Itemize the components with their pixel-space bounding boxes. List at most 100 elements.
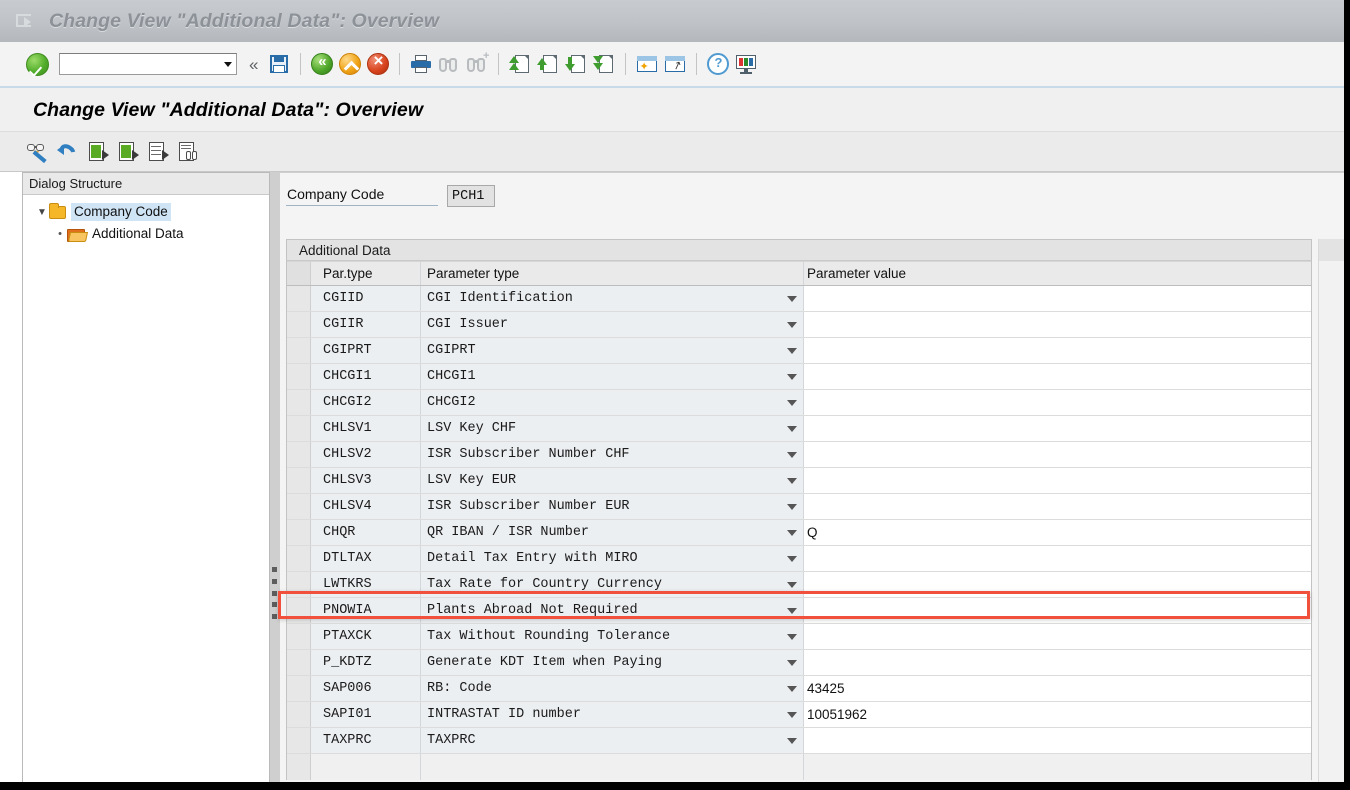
cell-parameter-value[interactable] (804, 286, 1311, 311)
row-selector[interactable] (287, 390, 311, 415)
cell-par-type[interactable]: LWTKRS (311, 572, 421, 597)
table-row[interactable]: PTAXCK Tax Without Rounding Tolerance (287, 624, 1311, 650)
table-row[interactable]: CHCGI1 CHCGI1 (287, 364, 1311, 390)
chevron-down-icon[interactable]: ▼ (35, 207, 49, 218)
chevron-down-icon[interactable] (787, 451, 797, 458)
row-selector[interactable] (287, 624, 311, 649)
last-page-icon[interactable] (593, 53, 615, 75)
row-selector[interactable] (287, 754, 311, 780)
cell-parameter-value[interactable] (804, 598, 1311, 623)
command-field[interactable] (59, 53, 237, 75)
cell-parameter-type[interactable]: Plants Abroad Not Required (421, 598, 804, 623)
row-selector[interactable] (287, 650, 311, 675)
chevron-down-icon[interactable] (787, 711, 797, 718)
row-selector[interactable] (287, 468, 311, 493)
row-selector[interactable] (287, 364, 311, 389)
cell-parameter-type[interactable] (421, 754, 804, 780)
cell-parameter-value[interactable] (804, 572, 1311, 597)
cell-parameter-type[interactable]: Detail Tax Entry with MIRO (421, 546, 804, 571)
cell-parameter-type[interactable]: CHCGI2 (421, 390, 804, 415)
cell-parameter-value[interactable] (804, 494, 1311, 519)
undo-icon[interactable] (56, 139, 82, 165)
row-selector[interactable] (287, 546, 311, 571)
find-icon[interactable] (438, 53, 460, 75)
layout-menu-icon[interactable] (735, 53, 757, 75)
cell-par-type[interactable]: CGIPRT (311, 338, 421, 363)
chevron-down-icon[interactable] (787, 607, 797, 614)
cell-par-type[interactable]: PTAXCK (311, 624, 421, 649)
table-row[interactable]: TAXPRC TAXPRC (287, 728, 1311, 754)
cell-parameter-type[interactable]: Tax Rate for Country Currency (421, 572, 804, 597)
command-input[interactable] (60, 54, 220, 74)
table-row[interactable]: CHLSV4 ISR Subscriber Number EUR (287, 494, 1311, 520)
cell-par-type[interactable]: CHCGI1 (311, 364, 421, 389)
window-menu-icon[interactable] (16, 14, 34, 30)
row-selector[interactable] (287, 286, 311, 311)
cell-parameter-value[interactable] (804, 416, 1311, 441)
cell-parameter-value[interactable] (804, 338, 1311, 363)
cell-parameter-value[interactable]: 43425 (804, 676, 1311, 701)
chevron-down-icon[interactable] (787, 555, 797, 562)
ok-check-icon[interactable] (26, 52, 49, 76)
exit-icon[interactable] (339, 53, 362, 75)
splitter-grip[interactable] (272, 567, 277, 619)
cell-parameter-type[interactable]: LSV Key CHF (421, 416, 804, 441)
cell-parameter-type[interactable]: CGI Issuer (421, 312, 804, 337)
table-row[interactable]: SAPI01 INTRASTAT ID number 10051962 (287, 702, 1311, 728)
row-selector[interactable] (287, 494, 311, 519)
table-row[interactable]: CHLSV1 LSV Key CHF (287, 416, 1311, 442)
cell-par-type[interactable]: SAP006 (311, 676, 421, 701)
cell-par-type[interactable]: CGIIR (311, 312, 421, 337)
row-selector[interactable] (287, 338, 311, 363)
first-page-icon[interactable] (509, 53, 531, 75)
previous-page-icon[interactable] (537, 53, 559, 75)
cell-parameter-type[interactable]: CGIPRT (421, 338, 804, 363)
cell-par-type[interactable]: CHCGI2 (311, 390, 421, 415)
cell-par-type[interactable]: CHLSV4 (311, 494, 421, 519)
cell-parameter-type[interactable]: CHCGI1 (421, 364, 804, 389)
table-row[interactable]: CGIIR CGI Issuer (287, 312, 1311, 338)
save-icon[interactable] (268, 53, 290, 75)
chevron-down-icon[interactable] (787, 581, 797, 588)
cell-par-type[interactable]: DTLTAX (311, 546, 421, 571)
chevron-down-icon[interactable] (787, 503, 797, 510)
cell-parameter-type[interactable]: RB: Code (421, 676, 804, 701)
select-all-column-header[interactable] (287, 262, 311, 285)
tree-item-company-code[interactable]: ▼ Company Code (23, 201, 269, 223)
row-selector[interactable] (287, 416, 311, 441)
cell-par-type[interactable]: SAPI01 (311, 702, 421, 727)
row-selector[interactable] (287, 442, 311, 467)
chevron-down-icon[interactable] (787, 477, 797, 484)
column-header-parameter-value[interactable]: Parameter value (804, 262, 1311, 285)
panel-splitter[interactable] (270, 172, 280, 782)
table-row[interactable]: CGIPRT CGIPRT (287, 338, 1311, 364)
chevron-down-icon[interactable] (787, 685, 797, 692)
next-page-icon[interactable] (565, 53, 587, 75)
select-all-icon[interactable] (176, 139, 202, 165)
chevron-down-icon[interactable] (787, 633, 797, 640)
cell-parameter-value[interactable] (804, 468, 1311, 493)
chevron-down-icon[interactable] (787, 399, 797, 406)
create-shortcut-icon[interactable]: ↗ (664, 53, 686, 75)
cell-par-type[interactable]: TAXPRC (311, 728, 421, 753)
new-entries-icon[interactable] (86, 139, 112, 165)
row-selector[interactable] (287, 676, 311, 701)
history-collapse-icon[interactable]: « (249, 56, 258, 73)
cell-par-type[interactable]: CHLSV1 (311, 416, 421, 441)
cell-parameter-type[interactable]: LSV Key EUR (421, 468, 804, 493)
cell-parameter-value[interactable] (804, 390, 1311, 415)
cell-par-type[interactable] (311, 754, 421, 780)
cell-parameter-value[interactable] (804, 728, 1311, 753)
cell-parameter-type[interactable]: CGI Identification (421, 286, 804, 311)
cell-parameter-value[interactable]: Q (804, 520, 1311, 545)
cell-parameter-value[interactable] (804, 546, 1311, 571)
table-row[interactable]: PNOWIA Plants Abroad Not Required (287, 598, 1311, 624)
cell-par-type[interactable]: P_KDTZ (311, 650, 421, 675)
display-change-icon[interactable] (26, 139, 52, 165)
table-row[interactable]: CHCGI2 CHCGI2 (287, 390, 1311, 416)
cell-parameter-value[interactable] (804, 650, 1311, 675)
cell-parameter-value[interactable]: 10051962 (804, 702, 1311, 727)
table-row[interactable]: SAP006 RB: Code 43425 (287, 676, 1311, 702)
cell-parameter-value[interactable] (804, 754, 1311, 780)
cell-parameter-value[interactable] (804, 364, 1311, 389)
